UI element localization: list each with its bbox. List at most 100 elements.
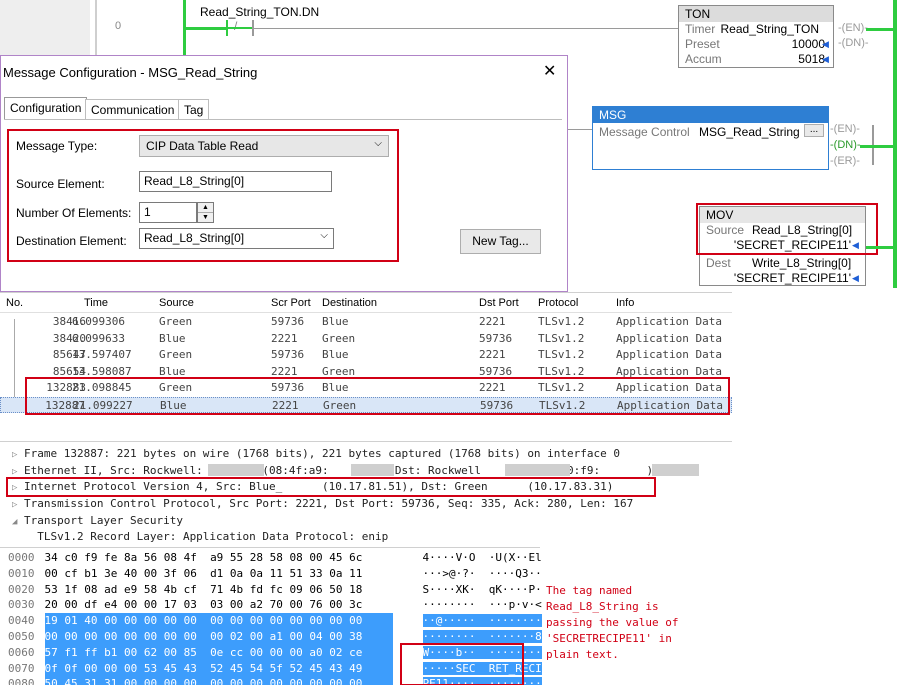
table-cell: Application Data xyxy=(616,331,722,345)
table-cell: 13.597407 xyxy=(72,348,132,361)
table-cell: 6.099633 xyxy=(72,331,125,345)
source-element-field[interactable]: Read_L8_String[0] xyxy=(139,171,332,192)
ton-en-output: -(EN)- xyxy=(838,22,868,34)
highlight-ascii-secret xyxy=(400,643,524,685)
rung-wire xyxy=(880,28,893,31)
rung-wire xyxy=(866,28,880,31)
table-cell: TLSv1.2 xyxy=(538,315,585,328)
collapsed-triangle-icon[interactable]: ▷ xyxy=(12,497,24,514)
rung-number-gutter xyxy=(0,0,90,55)
table-cell: 59736 xyxy=(271,315,305,328)
message-type-select[interactable]: CIP Data Table Read ⌵ xyxy=(139,135,389,157)
table-cell: TLSv1.2 xyxy=(538,348,585,361)
table-row[interactable]: 85647 13.597407 Green 59736 Blue 2221 TLSv1.2 A… xyxy=(0,347,732,364)
chevron-down-icon: ⌵ xyxy=(374,138,382,149)
packet-list-header: No. Time Source Scr Port Destination Dst… xyxy=(0,293,732,313)
redaction-mark xyxy=(208,464,264,476)
col-info[interactable]: Info xyxy=(616,297,634,309)
highlight-mov-source xyxy=(696,203,878,255)
rung-wire xyxy=(254,28,678,29)
power-rail-right xyxy=(893,0,897,288)
table-cell: Blue xyxy=(322,348,349,361)
tab-divider xyxy=(4,119,562,120)
rung-wire xyxy=(860,145,893,148)
col-dst-port[interactable]: Dst Port xyxy=(479,297,519,309)
rung-wire xyxy=(186,27,226,30)
redaction-mark xyxy=(505,464,570,476)
table-cell: 6.099306 xyxy=(72,315,125,328)
table-cell: 59736 xyxy=(271,348,305,361)
hex-dump-pane: 0000 34 c0 f9 fe 8a 56 08 4f a9 55 28 58 … xyxy=(0,547,542,685)
rung-number: 0 xyxy=(115,20,122,32)
tab-configuration[interactable]: Configuration xyxy=(4,97,88,120)
table-cell: Application Data xyxy=(616,315,722,328)
tab-tag[interactable]: Tag xyxy=(178,99,210,120)
table-cell: Green xyxy=(322,331,356,345)
details-tree-item[interactable]: ▷ Transmission Control Protocol, Src Port… xyxy=(12,496,653,513)
ton-row-preset: Preset 10000 xyxy=(685,37,825,51)
dialog-title: Message Configuration - MSG_Read_String xyxy=(3,65,258,80)
col-destination[interactable]: Destination xyxy=(322,297,377,309)
rung-wire xyxy=(866,246,893,249)
col-source[interactable]: Source xyxy=(159,297,194,309)
msg-dn-output: -(DN)- xyxy=(830,139,861,151)
contact-tag-label[interactable]: Read_String_TON.DN xyxy=(200,5,319,19)
hex-row: 0000 34 c0 f9 fe 8a 56 08 4f a9 55 28 58 … xyxy=(8,551,542,564)
table-cell: TLSv1.2 xyxy=(538,331,585,345)
contact-inner xyxy=(228,27,252,29)
hex-row: 0020 53 1f 08 ad e9 58 4b cf 71 4b fd fc … xyxy=(8,582,542,596)
msg-instruction[interactable]: MSG Message Control MSG_Read_String xyxy=(592,106,829,170)
hex-row: 0010 00 cf b1 3e 40 00 3f 06 d1 0a 0a 11 … xyxy=(8,566,542,580)
ton-instruction[interactable]: TON Timer Read_String_TON Preset 10000 Acc… xyxy=(678,5,834,68)
redaction-mark xyxy=(652,464,699,476)
highlight-packets xyxy=(25,377,730,415)
table-cell: 2221 xyxy=(479,348,506,361)
table-cell: Blue xyxy=(159,331,186,345)
new-tag-button[interactable]: New Tag... xyxy=(460,229,541,254)
msg-en-output: -(EN)- xyxy=(830,123,860,135)
table-cell: Application Data xyxy=(616,348,722,361)
col-protocol[interactable]: Protocol xyxy=(538,297,578,309)
table-cell: Green xyxy=(159,315,193,328)
msg-control-row: Message Control MSG_Read_String xyxy=(599,125,800,139)
table-row[interactable]: 38420 6.099633 Blue 2221 Green 59736 TLSv1.2 Ap… xyxy=(0,331,732,348)
table-cell: 59736 xyxy=(479,331,513,345)
rung-wire xyxy=(568,129,592,130)
msg-er-output: -(ER)- xyxy=(830,155,860,167)
mov-dest-value: 'SECRET_RECIPE11' xyxy=(733,271,851,285)
source-element-label: Source Element: xyxy=(16,177,105,191)
table-cell: 2221 xyxy=(479,315,506,328)
contact-slash-icon: / xyxy=(234,19,238,33)
details-tree-item[interactable]: ▷ Frame 132887: 221 bytes on wire (1768 b… xyxy=(12,446,653,463)
details-tree-item[interactable]: ◢ Transport Layer Security xyxy=(12,513,653,530)
quantity-stepper[interactable]: ▲ ▼ xyxy=(197,202,214,223)
power-rail-left xyxy=(95,0,97,55)
number-of-elements-field[interactable]: 1 xyxy=(139,202,197,223)
close-icon[interactable]: ✕ xyxy=(543,61,556,81)
arrow-left-icon: ◀ xyxy=(852,273,859,283)
redaction-mark xyxy=(351,464,394,476)
chevron-down-icon: ⌵ xyxy=(320,230,328,241)
destination-element-select[interactable]: Read_L8_String[0] ⌵ xyxy=(139,228,334,249)
col-no[interactable]: No. xyxy=(6,297,23,309)
msg-config-ellipsis-button[interactable]: ... xyxy=(804,124,824,137)
stepper-down-icon: ▼ xyxy=(202,214,209,221)
message-type-label: Message Type: xyxy=(16,139,98,153)
collapsed-triangle-icon[interactable]: ▷ xyxy=(12,447,24,464)
stepper-up-icon: ▲ xyxy=(198,203,213,213)
table-row[interactable]: 38416 6.099306 Green 59736 Blue 2221 TLSv1.2 Ap… xyxy=(0,314,732,331)
ton-title: TON xyxy=(679,6,833,22)
details-tree-item[interactable]: TLSv1.2 Record Layer: Application Data P… xyxy=(12,529,653,546)
packet-details-pane: ▷ Frame 132887: 221 bytes on wire (1768 b… xyxy=(0,441,732,544)
table-cell: Blue xyxy=(322,315,349,328)
destination-element-label: Destination Element: xyxy=(16,234,127,248)
ton-row-accum: Accum 5018 xyxy=(685,52,825,66)
tab-communication[interactable]: Communication xyxy=(85,99,181,120)
col-src-port[interactable]: Scr Port xyxy=(271,297,311,309)
msg-title: MSG xyxy=(593,107,828,123)
ton-row-timer: Timer Read_String_TON xyxy=(685,22,819,36)
arrow-left-icon: ◀ xyxy=(822,39,829,49)
col-time[interactable]: Time xyxy=(84,297,108,309)
expanded-triangle-icon[interactable]: ◢ xyxy=(12,514,24,531)
hex-row: 0030 20 00 df e4 00 00 17 03 03 00 a2 70 … xyxy=(8,598,542,612)
